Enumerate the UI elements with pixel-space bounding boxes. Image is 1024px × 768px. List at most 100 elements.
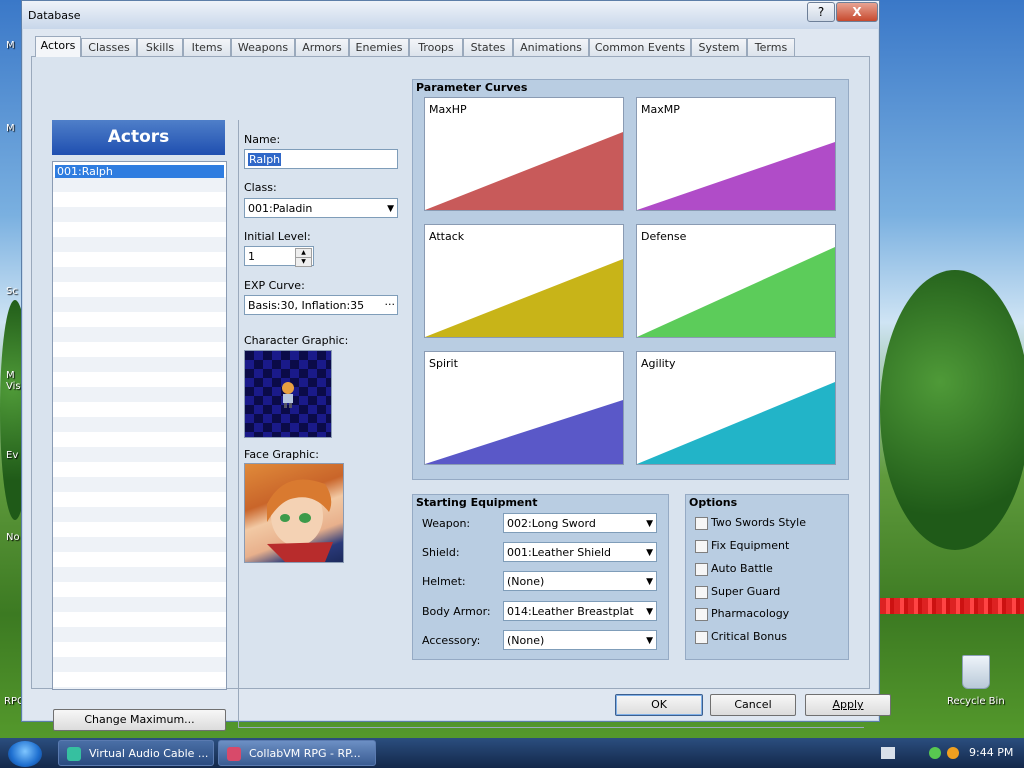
tab-weapons[interactable]: Weapons: [231, 38, 295, 56]
taskbar-item-label: CollabVM RPG - RP...: [249, 747, 361, 760]
ellipsis-icon[interactable]: ···: [385, 295, 396, 315]
window-titlebar[interactable]: Database ? X: [22, 1, 879, 29]
helmet-label: Helmet:: [422, 575, 466, 588]
help-button[interactable]: ?: [807, 2, 835, 22]
chevron-down-icon: ▼: [646, 602, 653, 620]
face-graphic[interactable]: [244, 463, 344, 563]
weapon-label: Weapon:: [422, 517, 471, 530]
initial-level-value: 1: [248, 250, 255, 263]
accessory-select[interactable]: (None) ▼: [503, 630, 657, 650]
rpg-maker-icon: [227, 747, 241, 761]
curve-label: MaxHP: [429, 103, 467, 116]
network-icon[interactable]: [929, 747, 941, 759]
body-armor-select[interactable]: 014:Leather Breastplat ▼: [503, 601, 657, 621]
tab-enemies[interactable]: Enemies: [349, 38, 409, 56]
change-maximum-button[interactable]: Change Maximum...: [53, 709, 226, 731]
curve-attack[interactable]: Attack: [424, 224, 624, 338]
desktop-icon-label[interactable]: No: [6, 532, 20, 543]
super-guard-label[interactable]: Super Guard: [711, 585, 780, 598]
tab-terms[interactable]: Terms: [747, 38, 795, 56]
tab-system[interactable]: System: [691, 38, 747, 56]
desktop-icon-label[interactable]: Vis: [6, 381, 21, 392]
tab-animations[interactable]: Animations: [513, 38, 589, 56]
fix-equipment-label[interactable]: Fix Equipment: [711, 539, 789, 552]
desktop-icon-label[interactable]: M: [6, 370, 15, 381]
chevron-down-icon: ▼: [646, 636, 653, 646]
starting-equipment-title: Starting Equipment: [416, 496, 538, 509]
curve-defense[interactable]: Defense: [636, 224, 836, 338]
tab-panel: Actors 001:Ralph Change Maximum... Name:…: [31, 56, 870, 731]
parameter-curves-title: Parameter Curves: [416, 81, 528, 94]
class-select[interactable]: 001:Paladin ▼: [244, 198, 398, 218]
list-item[interactable]: 001:Ralph: [55, 165, 224, 178]
chevron-down-icon: ▼: [646, 519, 653, 529]
two-swords-style-label[interactable]: Two Swords Style: [711, 516, 806, 529]
character-graphic-label: Character Graphic:: [244, 334, 349, 347]
recycle-bin-label[interactable]: Recycle Bin: [947, 696, 1005, 707]
tab-armors[interactable]: Armors: [295, 38, 349, 56]
keyboard-icon[interactable]: [881, 747, 895, 759]
tab-actors[interactable]: Actors: [35, 36, 81, 57]
curve-agility[interactable]: Agility: [636, 351, 836, 465]
name-field[interactable]: Ralph: [244, 149, 398, 169]
pharmacology-checkbox[interactable]: [695, 608, 708, 621]
recycle-bin-icon[interactable]: [962, 655, 990, 689]
actors-list[interactable]: 001:Ralph: [52, 161, 227, 690]
chevron-down-icon: ▼: [646, 577, 653, 587]
critical-bonus-label[interactable]: Critical Bonus: [711, 630, 787, 643]
auto-battle-label[interactable]: Auto Battle: [711, 562, 773, 575]
curve-maxhp[interactable]: MaxHP: [424, 97, 624, 211]
character-graphic[interactable]: [244, 350, 332, 438]
start-button-icon[interactable]: [8, 741, 42, 767]
apply-button[interactable]: Apply: [805, 694, 891, 716]
initial-level-label: Initial Level:: [244, 230, 311, 243]
shield-select[interactable]: 001:Leather Shield ▼: [503, 542, 657, 562]
character-sprite-icon: [282, 382, 294, 408]
spin-down-icon[interactable]: ▼: [295, 257, 312, 267]
face-portrait-icon: [267, 479, 333, 562]
curve-maxmp[interactable]: MaxMP: [636, 97, 836, 211]
weapon-select[interactable]: 002:Long Sword ▼: [503, 513, 657, 533]
tab-common-events[interactable]: Common Events: [589, 38, 691, 56]
taskbar-item-virtual-audio-cable[interactable]: Virtual Audio Cable ...: [58, 740, 214, 766]
tab-skills[interactable]: Skills: [137, 38, 183, 56]
desktop-icon-label[interactable]: Ev: [6, 450, 18, 461]
initial-level-spinner[interactable]: 1 ▲ ▼: [244, 246, 314, 267]
curve-spirit[interactable]: Spirit: [424, 351, 624, 465]
options-title: Options: [689, 496, 738, 509]
super-guard-checkbox[interactable]: [695, 586, 708, 599]
ok-button[interactable]: OK: [615, 694, 703, 716]
helmet-value: (None): [507, 575, 545, 588]
exp-curve-value: Basis:30, Inflation:35: [248, 299, 365, 312]
two-swords-style-checkbox[interactable]: [695, 517, 708, 530]
desktop-tree: [880, 270, 1024, 550]
tab-states[interactable]: States: [463, 38, 513, 56]
curve-label: Spirit: [429, 357, 458, 370]
curve-label: Defense: [641, 230, 687, 243]
tab-items[interactable]: Items: [183, 38, 231, 56]
name-label: Name:: [244, 133, 281, 146]
helmet-select[interactable]: (None) ▼: [503, 571, 657, 591]
search-icon[interactable]: [947, 747, 959, 759]
taskbar-item-collabvm-rpg[interactable]: CollabVM RPG - RP...: [218, 740, 376, 766]
desktop-icon-label[interactable]: M: [6, 123, 15, 134]
shield-label: Shield:: [422, 546, 460, 559]
curve-label: Attack: [429, 230, 465, 243]
tab-classes[interactable]: Classes: [81, 38, 137, 56]
accessory-label: Accessory:: [422, 634, 481, 647]
exp-curve-field[interactable]: Basis:30, Inflation:35 ···: [244, 295, 398, 315]
desktop-icon-label[interactable]: M: [6, 40, 15, 51]
body-armor-value: 014:Leather Breastplat: [507, 605, 634, 618]
close-button[interactable]: X: [836, 2, 878, 22]
curve-label: Agility: [641, 357, 676, 370]
desktop-icon-label[interactable]: Sc: [6, 286, 18, 297]
chevron-down-icon: ▼: [387, 204, 394, 214]
fix-equipment-checkbox[interactable]: [695, 540, 708, 553]
taskbar-clock[interactable]: 9:44 PM: [969, 746, 1013, 759]
tab-troops[interactable]: Troops: [409, 38, 463, 56]
class-value: 001:Paladin: [248, 202, 313, 215]
pharmacology-label[interactable]: Pharmacology: [711, 607, 789, 620]
critical-bonus-checkbox[interactable]: [695, 631, 708, 644]
cancel-button[interactable]: Cancel: [710, 694, 796, 716]
auto-battle-checkbox[interactable]: [695, 563, 708, 576]
